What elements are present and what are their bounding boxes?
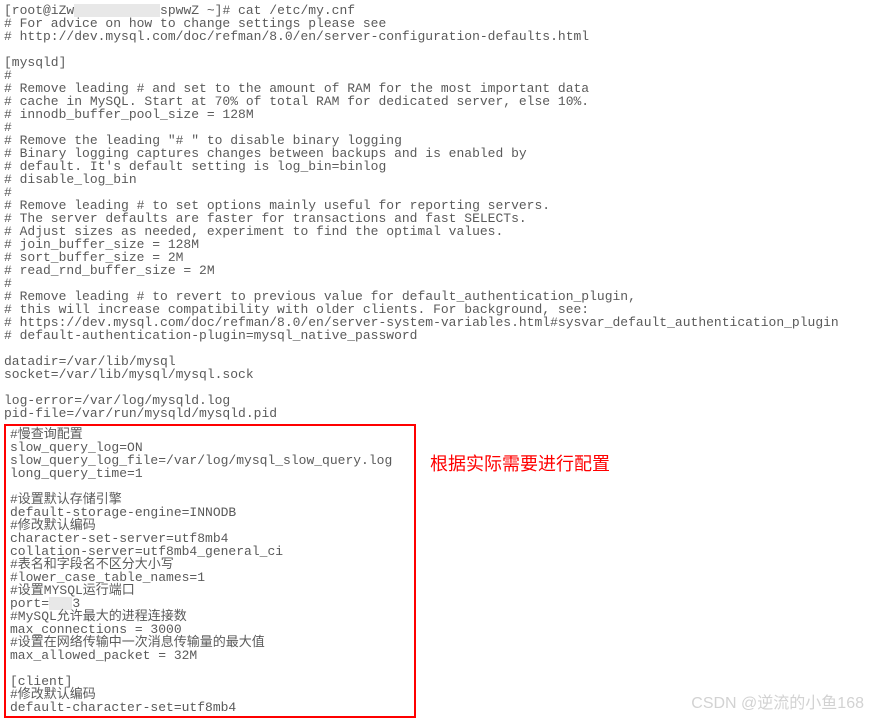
- boxed-config: #慢查询配置 slow_query_log=ON slow_query_log_…: [10, 428, 410, 714]
- highlighted-config-box: #慢查询配置 slow_query_log=ON slow_query_log_…: [4, 424, 416, 718]
- watermark: CSDN @逆流的小鱼168: [691, 696, 864, 712]
- annotation-label: 根据实际需要进行配置: [430, 455, 610, 473]
- config-top: # For advice on how to change settings p…: [4, 16, 839, 421]
- terminal-output: [root@iZw spwwZ ~]# cat /etc/my.cnf # Fo…: [4, 4, 870, 420]
